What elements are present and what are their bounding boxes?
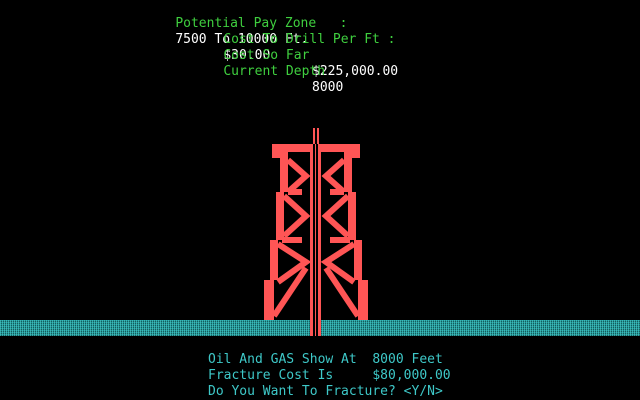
- oil-gas-show-message: Oil And GAS Show At 8000 Feet: [208, 352, 443, 367]
- fracture-cost-message: Fracture Cost Is $80,000.00: [208, 368, 451, 383]
- drill-pipe-through-ground: [310, 320, 321, 336]
- fracture-prompt[interactable]: Do You Want To Fracture? <Y/N>: [208, 384, 443, 400]
- game-screen: Potential Pay Zone : 7500 To 10000 Ft. C…: [0, 0, 640, 400]
